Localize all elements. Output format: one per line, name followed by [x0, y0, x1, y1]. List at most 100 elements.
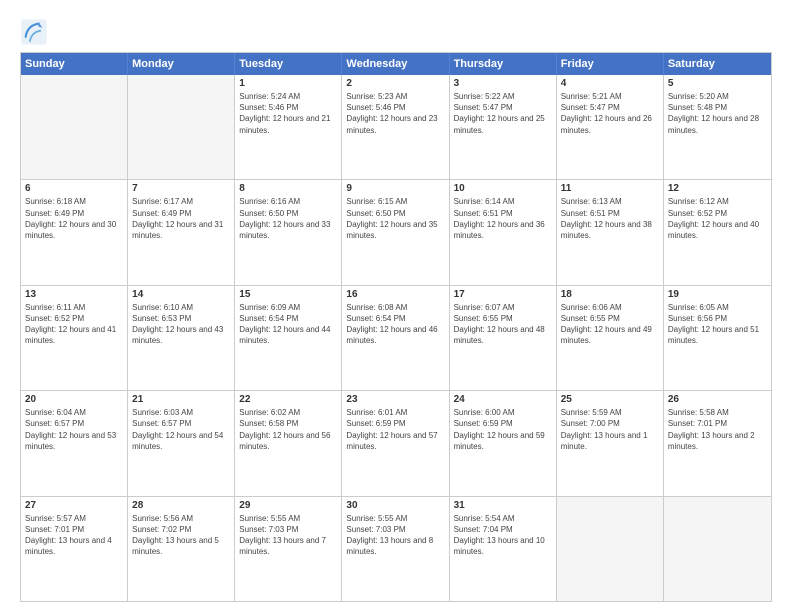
day-number: 1 [239, 78, 337, 89]
week-row-5: 27 Sunrise: 5:57 AM Sunset: 7:01 PM Dayli… [21, 497, 771, 601]
week-row-1: 1 Sunrise: 5:24 AM Sunset: 5:46 PM Daylig… [21, 75, 771, 180]
calendar: SundayMondayTuesdayWednesdayThursdayFrid… [20, 52, 772, 602]
day-cell-21: 21Sunrise: 6:03 AM Sunset: 6:57 PM Dayli… [128, 391, 235, 495]
day-number: 25 [561, 394, 659, 405]
day-number: 22 [239, 394, 337, 405]
day-cell-30: 30Sunrise: 5:55 AM Sunset: 7:03 PM Dayli… [342, 497, 449, 601]
day-number: 4 [561, 78, 659, 89]
day-number: 11 [561, 183, 659, 194]
day-number: 9 [346, 183, 444, 194]
day-cell-22: 22 Sunrise: 6:02 AM Sunset: 6:58 PM Dayli… [235, 391, 342, 495]
day-cell-5: 5Sunrise: 5:20 AM Sunset: 5:48 PM Daylig… [664, 75, 771, 179]
day-number: 6 [25, 183, 123, 194]
day-info: Sunrise: 5:57 AM Sunset: 7:01 PM Dayligh… [25, 513, 123, 558]
day-number: 12 [668, 183, 767, 194]
day-info: Sunrise: 5:21 AM Sunset: 5:47 PM Dayligh… [561, 91, 659, 136]
day-info: Sunrise: 5:58 AM Sunset: 7:01 PM Dayligh… [668, 407, 767, 452]
day-info: Sunrise: 5:55 AM Sunset: 7:03 PM Dayligh… [239, 513, 337, 558]
day-cell-25: 25 Sunrise: 5:59 AM Sunset: 7:00 PM Dayli… [557, 391, 664, 495]
day-number: 27 [25, 500, 123, 511]
day-header-friday: Friday [557, 53, 664, 75]
day-info: Sunrise: 5:24 AM Sunset: 5:46 PM Dayligh… [239, 91, 337, 136]
day-info: Sunrise: 6:02 AM Sunset: 6:58 PM Dayligh… [239, 407, 337, 452]
day-cell-14: 14 Sunrise: 6:10 AM Sunset: 6:53 PM Dayli… [128, 286, 235, 390]
day-number: 23 [346, 394, 444, 405]
day-number: 29 [239, 500, 337, 511]
empty-day-cell [21, 75, 128, 179]
day-info: Sunrise: 5:56 AM Sunset: 7:02 PM Dayligh… [132, 513, 230, 558]
empty-day-cell [557, 497, 664, 601]
day-info: Sunrise: 6:10 AM Sunset: 6:53 PM Dayligh… [132, 302, 230, 347]
day-info: Sunrise: 5:59 AM Sunset: 7:00 PM Dayligh… [561, 407, 659, 452]
day-number: 24 [454, 394, 552, 405]
day-number: 7 [132, 183, 230, 194]
day-cell-24: 24 Sunrise: 6:00 AM Sunset: 6:59 PM Dayli… [450, 391, 557, 495]
day-number: 3 [454, 78, 552, 89]
day-headers: SundayMondayTuesdayWednesdayThursdayFrid… [21, 53, 771, 75]
day-number: 26 [668, 394, 767, 405]
header [20, 18, 772, 46]
day-header-saturday: Saturday [664, 53, 771, 75]
day-cell-12: 12Sunrise: 6:12 AM Sunset: 6:52 PM Dayli… [664, 180, 771, 284]
day-cell-23: 23 Sunrise: 6:01 AM Sunset: 6:59 PM Dayli… [342, 391, 449, 495]
logo-icon [20, 18, 48, 46]
day-info: Sunrise: 6:05 AM Sunset: 6:56 PM Dayligh… [668, 302, 767, 347]
day-cell-15: 15 Sunrise: 6:09 AM Sunset: 6:54 PM Dayli… [235, 286, 342, 390]
day-info: Sunrise: 5:54 AM Sunset: 7:04 PM Dayligh… [454, 513, 552, 558]
day-cell-2: 2Sunrise: 5:23 AM Sunset: 5:46 PM Daylig… [342, 75, 449, 179]
day-info: Sunrise: 6:09 AM Sunset: 6:54 PM Dayligh… [239, 302, 337, 347]
week-row-3: 13 Sunrise: 6:11 AM Sunset: 6:52 PM Dayli… [21, 286, 771, 391]
day-cell-3: 3Sunrise: 5:22 AM Sunset: 5:47 PM Daylig… [450, 75, 557, 179]
day-header-tuesday: Tuesday [235, 53, 342, 75]
day-cell-8: 8Sunrise: 6:16 AM Sunset: 6:50 PM Daylig… [235, 180, 342, 284]
day-number: 31 [454, 500, 552, 511]
day-cell-4: 4 Sunrise: 5:21 AM Sunset: 5:47 PM Daylig… [557, 75, 664, 179]
day-cell-19: 19 Sunrise: 6:05 AM Sunset: 6:56 PM Dayli… [664, 286, 771, 390]
day-info: Sunrise: 6:13 AM Sunset: 6:51 PM Dayligh… [561, 196, 659, 241]
day-number: 15 [239, 289, 337, 300]
day-number: 10 [454, 183, 552, 194]
day-cell-13: 13 Sunrise: 6:11 AM Sunset: 6:52 PM Dayli… [21, 286, 128, 390]
day-cell-7: 7 Sunrise: 6:17 AM Sunset: 6:49 PM Daylig… [128, 180, 235, 284]
day-number: 2 [346, 78, 444, 89]
day-header-thursday: Thursday [450, 53, 557, 75]
day-number: 30 [346, 500, 444, 511]
day-number: 19 [668, 289, 767, 300]
day-info: Sunrise: 6:00 AM Sunset: 6:59 PM Dayligh… [454, 407, 552, 452]
day-number: 17 [454, 289, 552, 300]
week-row-2: 6 Sunrise: 6:18 AM Sunset: 6:49 PM Daylig… [21, 180, 771, 285]
day-info: Sunrise: 6:17 AM Sunset: 6:49 PM Dayligh… [132, 196, 230, 241]
day-info: Sunrise: 6:04 AM Sunset: 6:57 PM Dayligh… [25, 407, 123, 452]
empty-day-cell [128, 75, 235, 179]
day-info: Sunrise: 6:15 AM Sunset: 6:50 PM Dayligh… [346, 196, 444, 241]
day-number: 28 [132, 500, 230, 511]
day-number: 20 [25, 394, 123, 405]
day-cell-18: 18Sunrise: 6:06 AM Sunset: 6:55 PM Dayli… [557, 286, 664, 390]
day-cell-28: 28 Sunrise: 5:56 AM Sunset: 7:02 PM Dayli… [128, 497, 235, 601]
day-number: 8 [239, 183, 337, 194]
day-cell-1: 1 Sunrise: 5:24 AM Sunset: 5:46 PM Daylig… [235, 75, 342, 179]
day-info: Sunrise: 6:14 AM Sunset: 6:51 PM Dayligh… [454, 196, 552, 241]
day-info: Sunrise: 6:08 AM Sunset: 6:54 PM Dayligh… [346, 302, 444, 347]
empty-day-cell [664, 497, 771, 601]
day-cell-16: 16Sunrise: 6:08 AM Sunset: 6:54 PM Dayli… [342, 286, 449, 390]
day-number: 13 [25, 289, 123, 300]
day-info: Sunrise: 6:01 AM Sunset: 6:59 PM Dayligh… [346, 407, 444, 452]
day-header-monday: Monday [128, 53, 235, 75]
day-number: 21 [132, 394, 230, 405]
day-cell-31: 31 Sunrise: 5:54 AM Sunset: 7:04 PM Dayli… [450, 497, 557, 601]
day-cell-10: 10 Sunrise: 6:14 AM Sunset: 6:51 PM Dayli… [450, 180, 557, 284]
day-cell-17: 17Sunrise: 6:07 AM Sunset: 6:55 PM Dayli… [450, 286, 557, 390]
week-row-4: 20 Sunrise: 6:04 AM Sunset: 6:57 PM Dayli… [21, 391, 771, 496]
day-info: Sunrise: 6:11 AM Sunset: 6:52 PM Dayligh… [25, 302, 123, 347]
day-cell-6: 6 Sunrise: 6:18 AM Sunset: 6:49 PM Daylig… [21, 180, 128, 284]
day-info: Sunrise: 5:20 AM Sunset: 5:48 PM Dayligh… [668, 91, 767, 136]
weeks: 1 Sunrise: 5:24 AM Sunset: 5:46 PM Daylig… [21, 75, 771, 601]
day-header-sunday: Sunday [21, 53, 128, 75]
day-number: 14 [132, 289, 230, 300]
logo [20, 18, 52, 46]
day-info: Sunrise: 6:18 AM Sunset: 6:49 PM Dayligh… [25, 196, 123, 241]
day-header-wednesday: Wednesday [342, 53, 449, 75]
page: SundayMondayTuesdayWednesdayThursdayFrid… [0, 0, 792, 612]
day-cell-27: 27 Sunrise: 5:57 AM Sunset: 7:01 PM Dayli… [21, 497, 128, 601]
